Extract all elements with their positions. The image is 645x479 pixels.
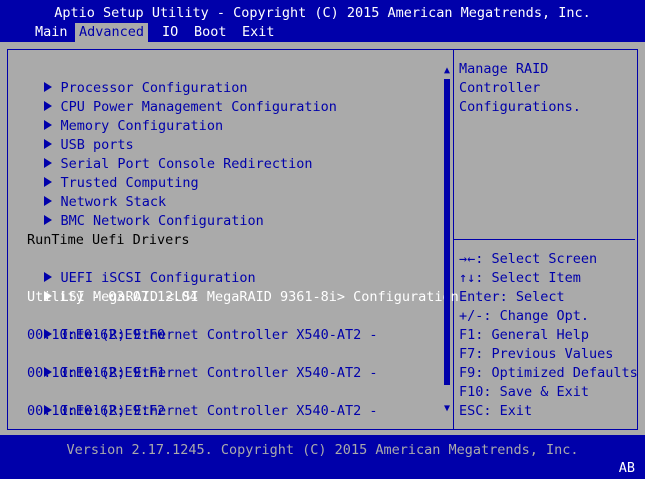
version-footer: Version 2.17.1245. Copyright (C) 2015 Am… — [66, 442, 579, 458]
item-intel-ethernet-f2-mac[interactable]: 00:10:E0:62:E9:F2 — [27, 402, 165, 421]
scroll-down-arrow-icon[interactable]: ▼ — [441, 403, 453, 415]
key-save-exit: F10: Save & Exit — [459, 384, 590, 400]
key-general-help: F1: General Help — [459, 327, 590, 343]
main-panel: Processor Configuration CPU Power Manage… — [0, 42, 645, 435]
menu-bar: Main Advanced IO Boot Exit — [0, 23, 645, 42]
key-previous-values: F7: Previous Values — [459, 346, 614, 362]
menu-io[interactable]: IO — [158, 23, 182, 42]
item-intel-ethernet-f0-mac[interactable]: 00:10:E0:62:E9:F0 — [27, 326, 165, 345]
key-esc-exit: ESC: Exit — [459, 403, 533, 419]
item-memory-configuration[interactable]: Memory Configuration — [10, 98, 223, 134]
section-heading-runtime-uefi-drivers: RunTime Uefi Drivers — [27, 232, 190, 248]
item-uefi-iscsi-configuration[interactable]: UEFI iSCSI Configuration — [10, 250, 256, 286]
key-change-opt: +/-: Change Opt. — [459, 308, 590, 324]
scroll-up-arrow-icon[interactable]: ▲ — [441, 65, 453, 77]
keys-divider — [454, 239, 635, 240]
help-line-1: Manage RAID — [459, 61, 549, 77]
item-cpu-power-management[interactable]: CPU Power Management Configuration — [10, 79, 337, 115]
item-network-stack[interactable]: Network Stack — [10, 174, 166, 210]
menu-exit[interactable]: Exit — [238, 23, 279, 42]
help-line-2: Controller — [459, 80, 541, 96]
item-intel-ethernet-f1[interactable]: Intel(R) Ethernet Controller X540-AT2 - — [10, 345, 378, 381]
item-lsi-megaraid-configuration[interactable]: LSI MegaRAID <LSI MegaRAID 9361-8i> Conf… — [10, 269, 459, 305]
item-trusted-computing[interactable]: Trusted Computing — [10, 155, 199, 191]
menu-main[interactable]: Main — [31, 23, 72, 42]
item-usb-ports[interactable]: USB ports — [10, 117, 134, 153]
key-select-screen: →←: Select Screen — [459, 251, 598, 267]
scroll-track[interactable] — [444, 79, 450, 401]
key-enter-select: Enter: Select — [459, 289, 565, 305]
submenu-arrow-icon — [43, 215, 52, 225]
menu-advanced[interactable]: Advanced — [75, 23, 149, 42]
key-select-item: ↑↓: Select Item — [459, 270, 581, 286]
item-intel-ethernet-f1-mac[interactable]: 00:10:E0:62:E9:F1 — [27, 364, 165, 383]
item-intel-ethernet-f2[interactable]: Intel(R) Ethernet Controller X540-AT2 - — [10, 383, 378, 419]
key-optimized-defaults: F9: Optimized Defaults — [459, 365, 638, 381]
scroll-thumb[interactable] — [444, 79, 450, 385]
scrollbar[interactable]: ▲ ▼ — [441, 65, 453, 415]
status-badge: AB — [618, 460, 635, 476]
item-serial-port-console[interactable]: Serial Port Console Redirection — [10, 136, 312, 172]
item-bmc-network-configuration[interactable]: BMC Network Configuration — [10, 193, 264, 229]
item-processor-configuration[interactable]: Processor Configuration — [10, 60, 247, 96]
help-line-3: Configurations. — [459, 99, 581, 115]
menu-boot[interactable]: Boot — [190, 23, 231, 42]
window-title: Aptio Setup Utility - Copyright (C) 2015… — [54, 5, 591, 21]
item-intel-ethernet-f0[interactable]: Intel(R) Ethernet Controller X540-AT2 - — [10, 307, 378, 343]
item-lsi-megaraid-configuration-cont[interactable]: Utility - 03.07.12.04 — [27, 288, 198, 307]
